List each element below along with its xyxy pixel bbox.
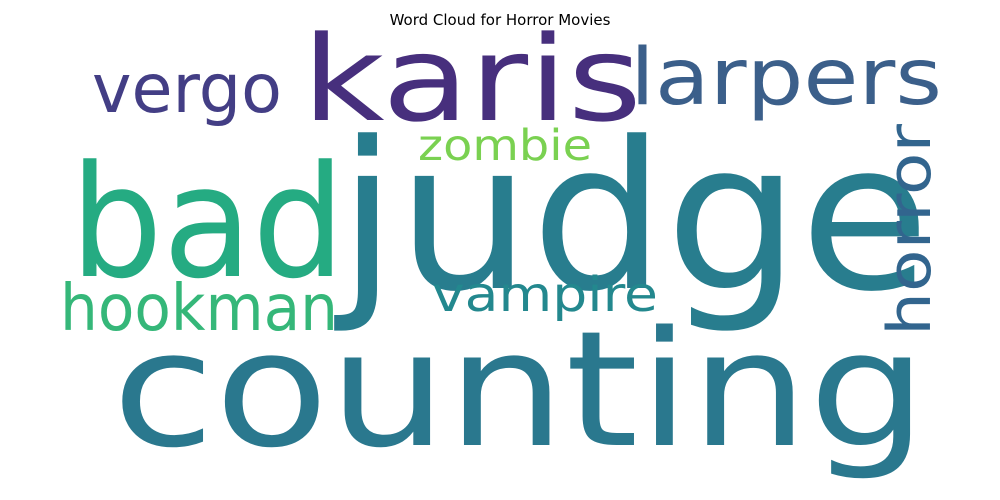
word-larpers: larpers xyxy=(630,33,942,123)
word-zombie: zombie xyxy=(418,121,592,171)
word-cloud: judge counting bad karis larpers vergo h… xyxy=(60,10,945,483)
word-horror: horror xyxy=(875,124,945,336)
word-vampire: vampire xyxy=(432,267,658,323)
word-vergo: vergo xyxy=(92,50,282,129)
word-hookman: hookman xyxy=(60,272,338,346)
figure: Word Cloud for Horror Movies judge count… xyxy=(0,0,1000,500)
